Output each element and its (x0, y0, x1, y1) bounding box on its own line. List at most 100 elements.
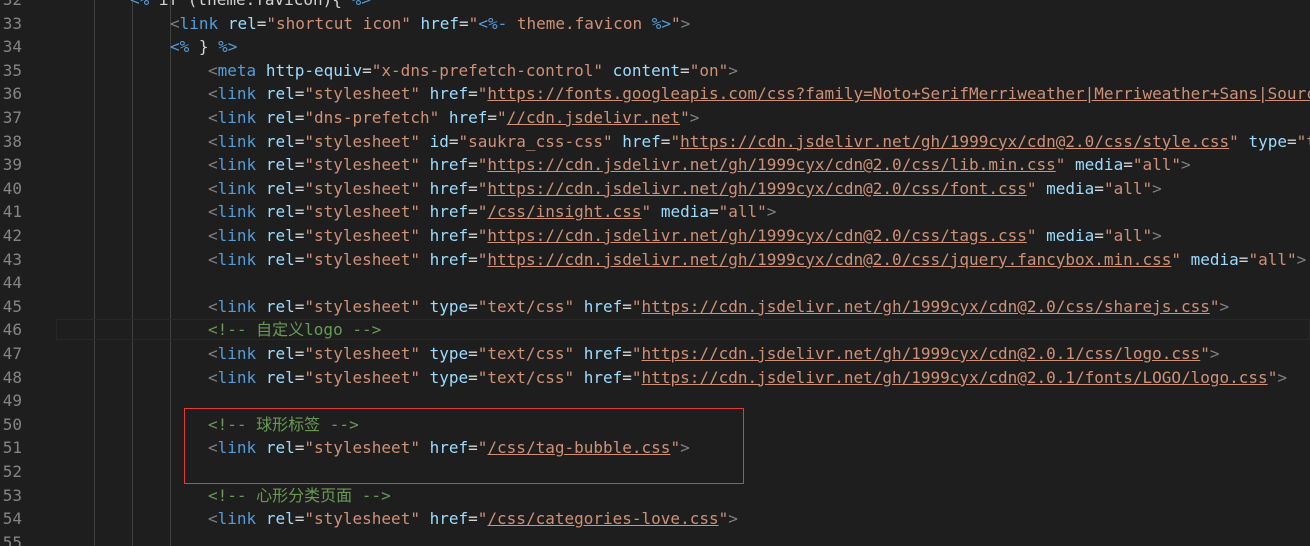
token-tmpl: %> (352, 0, 371, 9)
code-text: <link rel="stylesheet" href="/css/catego… (208, 507, 738, 531)
line-number: 52 (2, 462, 22, 481)
token-url[interactable]: https://cdn.jsdelivr.net/gh/1999cyx/cdn@… (487, 226, 1026, 245)
token-plain: = (468, 509, 478, 529)
token-url[interactable]: /css/insight.css (487, 202, 641, 221)
token-punc: > (1152, 178, 1162, 198)
token-attr: href (429, 178, 469, 198)
token-attr: href (622, 131, 661, 151)
token-plain: = (362, 60, 372, 80)
token-url[interactable]: https://cdn.jsdelivr.net/gh/1999cyx/cdn@… (680, 132, 1229, 151)
token-url[interactable]: https://cdn.jsdelivr.net/gh/1999cyx/cdn@… (642, 368, 1268, 387)
code-line[interactable]: 46 <!-- 自定义logo --> (0, 318, 1310, 342)
token-punc: < (208, 226, 218, 245)
code-line[interactable]: 45 <link rel="stylesheet" type="text/css"… (0, 295, 1310, 319)
token-plain: = (294, 108, 305, 127)
code-line[interactable]: 39 <link rel="stylesheet" href="https://c… (0, 153, 1310, 177)
token-punc: < (208, 131, 218, 151)
code-line[interactable]: 44 (0, 271, 1310, 295)
token-str: "on" (689, 60, 729, 80)
code-line[interactable]: 54 <link rel="stylesheet" href="/css/cate… (0, 507, 1310, 531)
token-plain: = (468, 249, 478, 269)
token-str: " (477, 178, 488, 198)
code-text: <link rel="dns-prefetch" href="//cdn.jsd… (208, 106, 699, 130)
token-punc: < (208, 367, 218, 387)
token-tmpl: <% (130, 0, 149, 9)
code-line[interactable]: 47 <link rel="stylesheet" type="text/css"… (0, 342, 1310, 366)
token-plain: = (622, 367, 632, 387)
token-punc: < (208, 178, 218, 198)
token-cmt: <!-- 自定义logo --> (208, 320, 382, 340)
code-line[interactable]: 38 <link rel="stylesheet" id="saukra_css-… (0, 130, 1310, 154)
token-url[interactable]: https://cdn.jsdelivr.net/gh/1999cyx/cdn@… (487, 155, 1055, 174)
code-text: <link rel="stylesheet" id="saukra_css-cs… (208, 130, 1310, 154)
line-number: 48 (2, 367, 22, 387)
code-line[interactable]: 42 <link rel="stylesheet" href="https://c… (0, 224, 1310, 248)
token-str: " (670, 13, 681, 33)
token-str: "text/css" (477, 367, 575, 387)
code-text: <!-- 心形分类页面 --> (208, 484, 391, 508)
token-attr: http-equiv (265, 60, 363, 80)
token-str: " (631, 344, 642, 363)
token-attr: media (1046, 226, 1095, 245)
token-attr: rel (265, 131, 295, 151)
token-tmpl: <%- (478, 13, 508, 33)
token-str: "saukra_css-css" (458, 131, 613, 151)
token-attr: href (448, 108, 488, 127)
token-punc: > (1209, 344, 1220, 363)
token-tag: link (217, 202, 257, 222)
token-url[interactable]: https://cdn.jsdelivr.net/gh/1999cyx/cdn@… (487, 179, 1026, 198)
token-attr: media (660, 202, 709, 222)
token-attr: rel (265, 226, 295, 245)
line-number: 54 (2, 509, 22, 529)
token-url[interactable]: /css/categories-love.css (487, 509, 718, 528)
code-line[interactable]: 34 <% } %> (0, 35, 1310, 59)
code-line[interactable]: 43 <link rel="stylesheet" href="https://c… (0, 248, 1310, 272)
code-line[interactable]: 37 <link rel="dns-prefetch" href="//cdn.j… (0, 106, 1310, 130)
token-plain: = (1123, 155, 1133, 175)
token-attr: rel (265, 202, 295, 222)
code-line[interactable]: 48 <link rel="stylesheet" type="text/css"… (0, 366, 1310, 390)
code-line[interactable]: 36 <link rel="stylesheet" href="https://f… (0, 82, 1310, 106)
token-str: " (477, 226, 488, 245)
code-editor[interactable]: 32<% if (theme.favicon){ %>33<link rel="… (0, 0, 1310, 546)
code-text: <link rel="stylesheet" type="text/css" h… (208, 342, 1220, 366)
code-line[interactable]: 55 (0, 531, 1310, 546)
token-url[interactable]: https://cdn.jsdelivr.net/gh/1999cyx/cdn@… (642, 344, 1201, 363)
token-attr: type (429, 296, 469, 316)
token-plain: = (294, 178, 305, 198)
token-url[interactable]: https://fonts.googleapis.com/css?family=… (487, 84, 1310, 103)
token-url[interactable]: https://cdn.jsdelivr.net/gh/1999cyx/cdn@… (487, 250, 1171, 269)
token-punc: < (170, 13, 180, 33)
code-line[interactable]: 32 <% if (theme.favicon){ %> (0, 0, 1310, 12)
token-plain: = (1238, 249, 1249, 269)
code-line[interactable]: 53 <!-- 心形分类页面 --> (0, 484, 1310, 508)
code-line[interactable]: 41 <link rel="stylesheet" href="/css/insi… (0, 200, 1310, 224)
token-tag: link (217, 108, 257, 127)
code-line[interactable]: 35 <meta http-equiv="x-dns-prefetch-contr… (0, 59, 1310, 83)
token-punc: > (766, 202, 777, 222)
token-attr: rel (265, 178, 295, 198)
token-attr: href (429, 249, 469, 269)
token-url[interactable]: //cdn.jsdelivr.net (507, 108, 680, 127)
token-punc: > (728, 509, 738, 529)
token-str: "shortcut icon" (266, 13, 411, 33)
token-tag: link (217, 226, 257, 245)
token-tag: meta (217, 60, 257, 80)
code-text: <link rel="stylesheet" type="text/css" h… (208, 295, 1229, 319)
token-str: "stylesheet" (304, 155, 420, 175)
line-number: 43 (2, 249, 22, 269)
code-line[interactable]: 40 <link rel="stylesheet" href="https://c… (0, 177, 1310, 201)
token-punc: < (208, 60, 218, 80)
line-number: 53 (2, 485, 22, 505)
token-cmt: <!-- 心形分类页面 --> (208, 485, 391, 505)
token-attr: rel (265, 296, 295, 316)
code-line[interactable]: 33 <link rel="shortcut icon" href="<%- th… (0, 12, 1310, 36)
token-url[interactable]: https://cdn.jsdelivr.net/gh/1999cyx/cdn@… (642, 297, 1210, 316)
token-str: "all" (1248, 249, 1297, 269)
